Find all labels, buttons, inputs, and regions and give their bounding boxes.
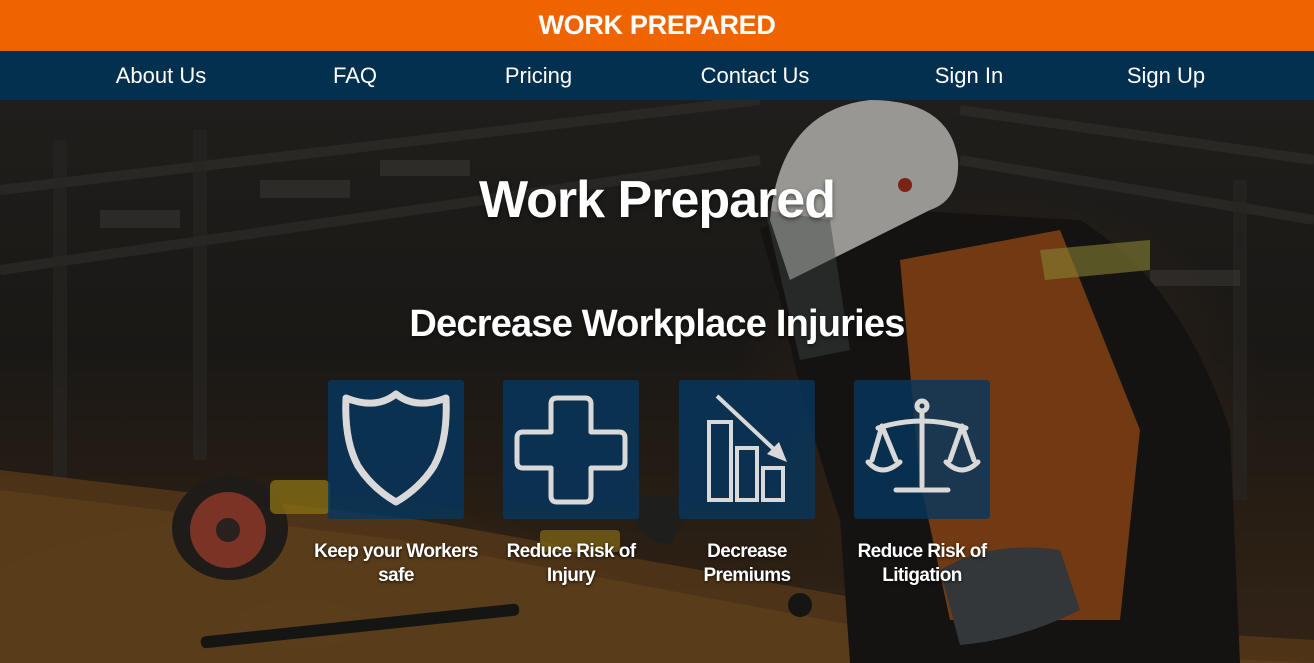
main-nav: About Us FAQ Pricing Contact Us Sign In … xyxy=(0,51,1314,100)
feature-card-reduce-injury[interactable] xyxy=(503,380,639,519)
medical-cross-icon xyxy=(514,395,628,505)
shield-icon xyxy=(342,390,450,506)
brand-title[interactable]: WORK PREPARED xyxy=(538,10,775,41)
feature-card-reduce-litigation[interactable] xyxy=(854,380,990,519)
hero-title: Work Prepared xyxy=(479,171,836,229)
feature-card-safe-workers[interactable] xyxy=(328,380,464,519)
feature-card-decrease-premiums[interactable] xyxy=(679,380,815,519)
hero-subtitle: Decrease Workplace Injuries xyxy=(409,303,905,345)
feature-label-decrease-premiums: Decrease Premiums xyxy=(703,541,791,586)
nav-sign-in[interactable]: Sign In xyxy=(915,51,1023,100)
brand-bar: WORK PREPARED xyxy=(0,0,1314,51)
declining-bar-chart-icon xyxy=(707,394,787,502)
nav-sign-up[interactable]: Sign Up xyxy=(1106,51,1226,100)
nav-faq[interactable]: FAQ xyxy=(305,51,405,100)
feature-label-reduce-litigation: Reduce Risk of Litigation xyxy=(857,541,987,586)
nav-about-us[interactable]: About Us xyxy=(90,51,232,100)
nav-contact-us[interactable]: Contact Us xyxy=(676,51,834,100)
feature-label-reduce-injury: Reduce Risk of Injury xyxy=(506,541,636,586)
feature-label-safe-workers: Keep your Workers safe xyxy=(314,541,478,586)
scales-of-justice-icon xyxy=(865,398,981,493)
nav-pricing[interactable]: Pricing xyxy=(480,51,597,100)
